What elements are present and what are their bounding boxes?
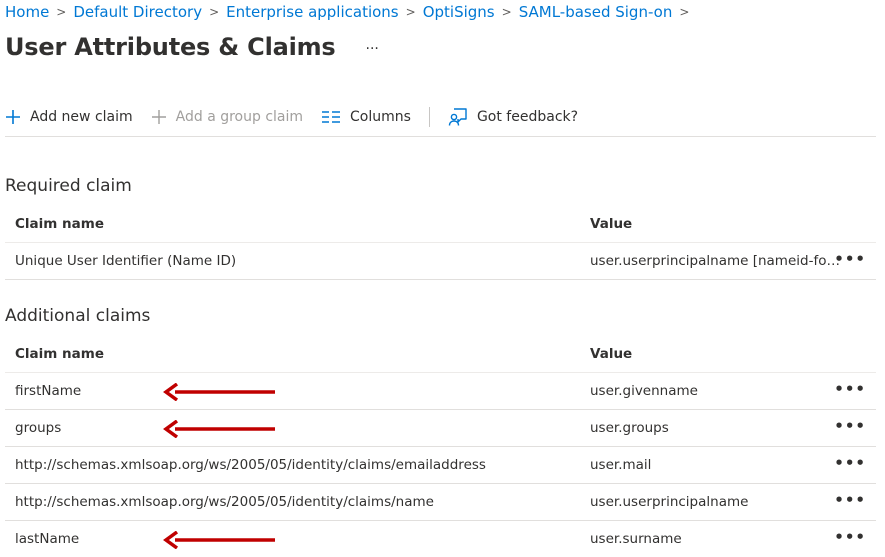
ellipsis-icon[interactable]: •••: [834, 417, 866, 435]
table-row[interactable]: groups user.groups •••: [5, 410, 876, 447]
table-row[interactable]: lastName user.surname •••: [5, 521, 876, 557]
additional-claims-heading: Additional claims: [5, 306, 151, 326]
columns-label: Columns: [350, 109, 411, 125]
red-arrow-annotation: [163, 420, 275, 438]
chevron-right-icon: >: [56, 5, 67, 19]
required-claim-heading: Required claim: [5, 176, 132, 196]
red-arrow-annotation: [163, 531, 275, 549]
ellipsis-icon[interactable]: •••: [834, 380, 866, 398]
red-arrow-annotation: [163, 383, 275, 401]
grid-header: Claim name Value: [5, 336, 876, 373]
toolbar-divider: [428, 107, 430, 127]
claim-name: Unique User Identifier (Name ID): [15, 253, 237, 269]
ellipsis-icon[interactable]: •••: [834, 528, 866, 546]
columns-icon: [321, 110, 341, 124]
column-header-value[interactable]: Value: [590, 346, 840, 362]
table-row[interactable]: Unique User Identifier (Name ID) user.us…: [5, 243, 876, 280]
table-row[interactable]: firstName user.givenname •••: [5, 373, 876, 410]
ellipsis-icon[interactable]: •••: [834, 454, 866, 472]
chevron-right-icon: >: [679, 5, 690, 19]
plus-icon: [151, 109, 167, 125]
grid-header: Claim name Value: [5, 206, 876, 243]
add-group-claim-label: Add a group claim: [175, 109, 304, 125]
claim-name: groups: [15, 420, 62, 436]
ellipsis-icon[interactable]: •••: [834, 250, 866, 268]
table-row[interactable]: http://schemas.xmlsoap.org/ws/2005/05/id…: [5, 484, 876, 521]
page-title: User Attributes & Claims: [5, 33, 336, 61]
column-header-claim-name[interactable]: Claim name: [15, 346, 575, 362]
claim-name: firstName: [15, 383, 82, 399]
add-new-claim-label: Add new claim: [30, 109, 133, 125]
add-new-claim-button[interactable]: Add new claim: [5, 109, 133, 125]
add-group-claim-button[interactable]: Add a group claim: [151, 109, 303, 125]
claim-name: http://schemas.xmlsoap.org/ws/2005/05/id…: [15, 457, 486, 473]
claim-value: user.groups: [590, 420, 669, 436]
feedback-button[interactable]: Got feedback?: [448, 107, 578, 127]
title-row: User Attributes & Claims ···: [5, 33, 379, 61]
chevron-right-icon: >: [501, 5, 512, 19]
breadcrumb: Home > Default Directory > Enterprise ap…: [5, 2, 696, 22]
feedback-label: Got feedback?: [476, 109, 579, 125]
breadcrumb-default-directory[interactable]: Default Directory: [73, 3, 202, 21]
column-header-claim-name[interactable]: Claim name: [15, 216, 575, 232]
claim-name: lastName: [15, 531, 80, 547]
feedback-icon: [448, 107, 468, 127]
ellipsis-icon[interactable]: •••: [834, 491, 866, 509]
claim-value: user.surname: [590, 531, 682, 547]
required-claim-grid: Claim name Value Unique User Identifier …: [5, 206, 876, 280]
chevron-right-icon: >: [209, 5, 220, 19]
claim-value: user.mail: [590, 457, 652, 473]
claim-value: user.userprincipalname [nameid-for...: [590, 253, 840, 269]
claim-value: user.userprincipalname: [590, 494, 749, 510]
breadcrumb-enterprise-applications[interactable]: Enterprise applications: [226, 3, 399, 21]
column-header-value[interactable]: Value: [590, 216, 840, 232]
claim-value: user.givenname: [590, 383, 698, 399]
breadcrumb-saml-sign-on[interactable]: SAML-based Sign-on: [519, 3, 673, 21]
table-row[interactable]: http://schemas.xmlsoap.org/ws/2005/05/id…: [5, 447, 876, 484]
plus-icon: [5, 109, 21, 125]
columns-button[interactable]: Columns: [321, 109, 411, 125]
command-bar: Add new claim Add a group claim Columns …: [5, 98, 876, 137]
breadcrumb-optisigns[interactable]: OptiSigns: [423, 3, 495, 21]
additional-claims-grid: Claim name Value firstName user.givennam…: [5, 336, 876, 557]
breadcrumb-home[interactable]: Home: [5, 3, 49, 21]
chevron-right-icon: >: [405, 5, 416, 19]
claim-name: http://schemas.xmlsoap.org/ws/2005/05/id…: [15, 494, 434, 510]
more-options-icon[interactable]: ···: [366, 41, 379, 57]
